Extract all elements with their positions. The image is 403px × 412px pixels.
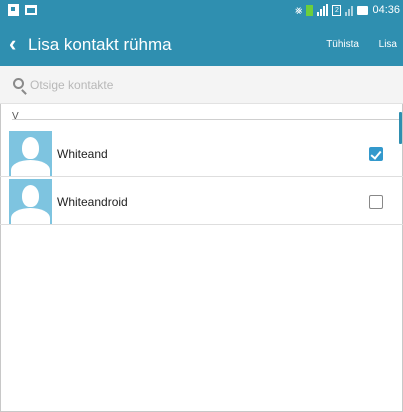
status-bar: ⨳ 2 04:36 bbox=[0, 0, 403, 22]
avatar-body bbox=[11, 208, 50, 224]
page-title: Lisa kontakt rühma bbox=[28, 35, 172, 54]
avatar bbox=[9, 131, 52, 176]
contact-row[interactable]: Whiteand bbox=[0, 131, 403, 177]
sim-icon: 2 bbox=[332, 4, 342, 16]
add-button[interactable]: Lisa bbox=[379, 39, 397, 50]
section-letter: V bbox=[12, 111, 19, 122]
search-icon bbox=[13, 78, 24, 89]
mute-icon: ⨳ bbox=[295, 3, 303, 17]
contact-checkbox[interactable] bbox=[369, 195, 383, 209]
section-divider bbox=[12, 119, 400, 120]
battery-icon bbox=[357, 5, 369, 15]
contact-name: Whiteand bbox=[57, 147, 108, 161]
search-input[interactable] bbox=[30, 76, 370, 94]
search-bar bbox=[0, 66, 403, 104]
avatar bbox=[9, 179, 52, 224]
back-chevron-icon[interactable]: ‹ bbox=[9, 33, 29, 55]
signal-icon bbox=[317, 4, 329, 16]
status-bar-left bbox=[8, 4, 37, 16]
contact-name: Whiteandroid bbox=[57, 195, 128, 209]
action-bar: ‹ Lisa kontakt rühma Tühista Lisa bbox=[0, 22, 403, 66]
section-header: V bbox=[0, 108, 403, 128]
status-time: 04:36 bbox=[372, 4, 400, 16]
battery-saver-icon bbox=[306, 4, 314, 16]
contact-row[interactable]: Whiteandroid bbox=[0, 179, 403, 225]
signal-icon-2 bbox=[345, 4, 354, 16]
avatar-head bbox=[22, 137, 39, 159]
notification-icon bbox=[25, 5, 37, 15]
contact-checkbox[interactable] bbox=[369, 147, 383, 161]
screenshot-icon bbox=[8, 4, 19, 16]
avatar-body bbox=[11, 160, 50, 176]
cancel-button[interactable]: Tühista bbox=[326, 39, 359, 50]
avatar-head bbox=[22, 185, 39, 207]
status-bar-right: ⨳ 2 04:36 bbox=[295, 3, 400, 17]
